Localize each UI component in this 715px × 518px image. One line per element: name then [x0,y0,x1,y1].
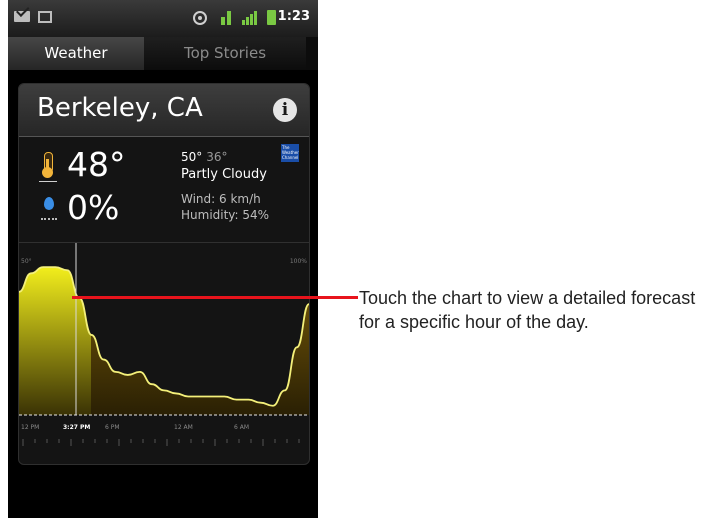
wind-text: Wind: 6 km/h [181,192,261,206]
high-low: 50° 36° [181,150,228,164]
left-axis-label: 50° [21,258,32,265]
annotation-text: Touch the chart to view a detailed forec… [359,288,696,332]
current-temperature: 48° [67,145,126,184]
info-icon[interactable]: i [273,98,297,122]
raindrop-icon [41,197,57,225]
x-tick-label-2: 6 PM [105,424,120,431]
signal-icon [242,11,258,25]
calendar-icon [38,11,52,23]
forecast-chart[interactable]: 50° 100% 12 PM 3:27 PM 6 PM 12 AM 6 AM [19,242,309,463]
weather-card: Berkeley, CA i 48° 50° 36° Partly Cloudy … [18,83,310,465]
phone-screen: 1:23 Weather Top Stories Berkeley, CA i … [8,0,318,518]
precipitation-row: 0% Wind: 6 km/h Humidity: 54% [19,187,309,232]
condition-text: Partly Cloudy [181,167,267,182]
x-tick-label-0: 12 PM [21,424,39,431]
city-name: Berkeley, CA [37,93,203,123]
high-temp: 50° [181,150,203,164]
battery-icon [267,10,276,25]
tab-weather[interactable]: Weather [8,37,144,70]
thermometer-icon [39,152,57,182]
annotation-pointer-line [72,296,358,299]
precipitation-value: 0% [67,188,120,227]
temperature-row: 48° 50° 36° Partly Cloudy [19,144,309,189]
low-temp: 36° [206,150,228,164]
x-tick-label-4: 6 AM [234,424,249,431]
weather-channel-logo: The Weather Channel [281,144,299,162]
card-header: Berkeley, CA i [19,84,309,137]
status-bar: 1:23 [8,0,318,37]
right-axis-label: 100% [290,258,307,265]
x-tick-label-1: 3:27 PM [63,424,90,431]
humidity-text: Humidity: 54% [181,208,270,222]
forecast-chart-svg[interactable]: 50° 100% 12 PM 3:27 PM 6 PM 12 AM 6 AM [19,243,309,463]
status-time: 1:23 [277,9,310,24]
gps-icon [193,11,207,25]
mail-icon [14,11,30,22]
tab-top-stories[interactable]: Top Stories [144,37,318,70]
tab-bar: Weather Top Stories [8,37,318,70]
data-icon [221,11,233,25]
x-tick-label-3: 12 AM [174,424,193,431]
